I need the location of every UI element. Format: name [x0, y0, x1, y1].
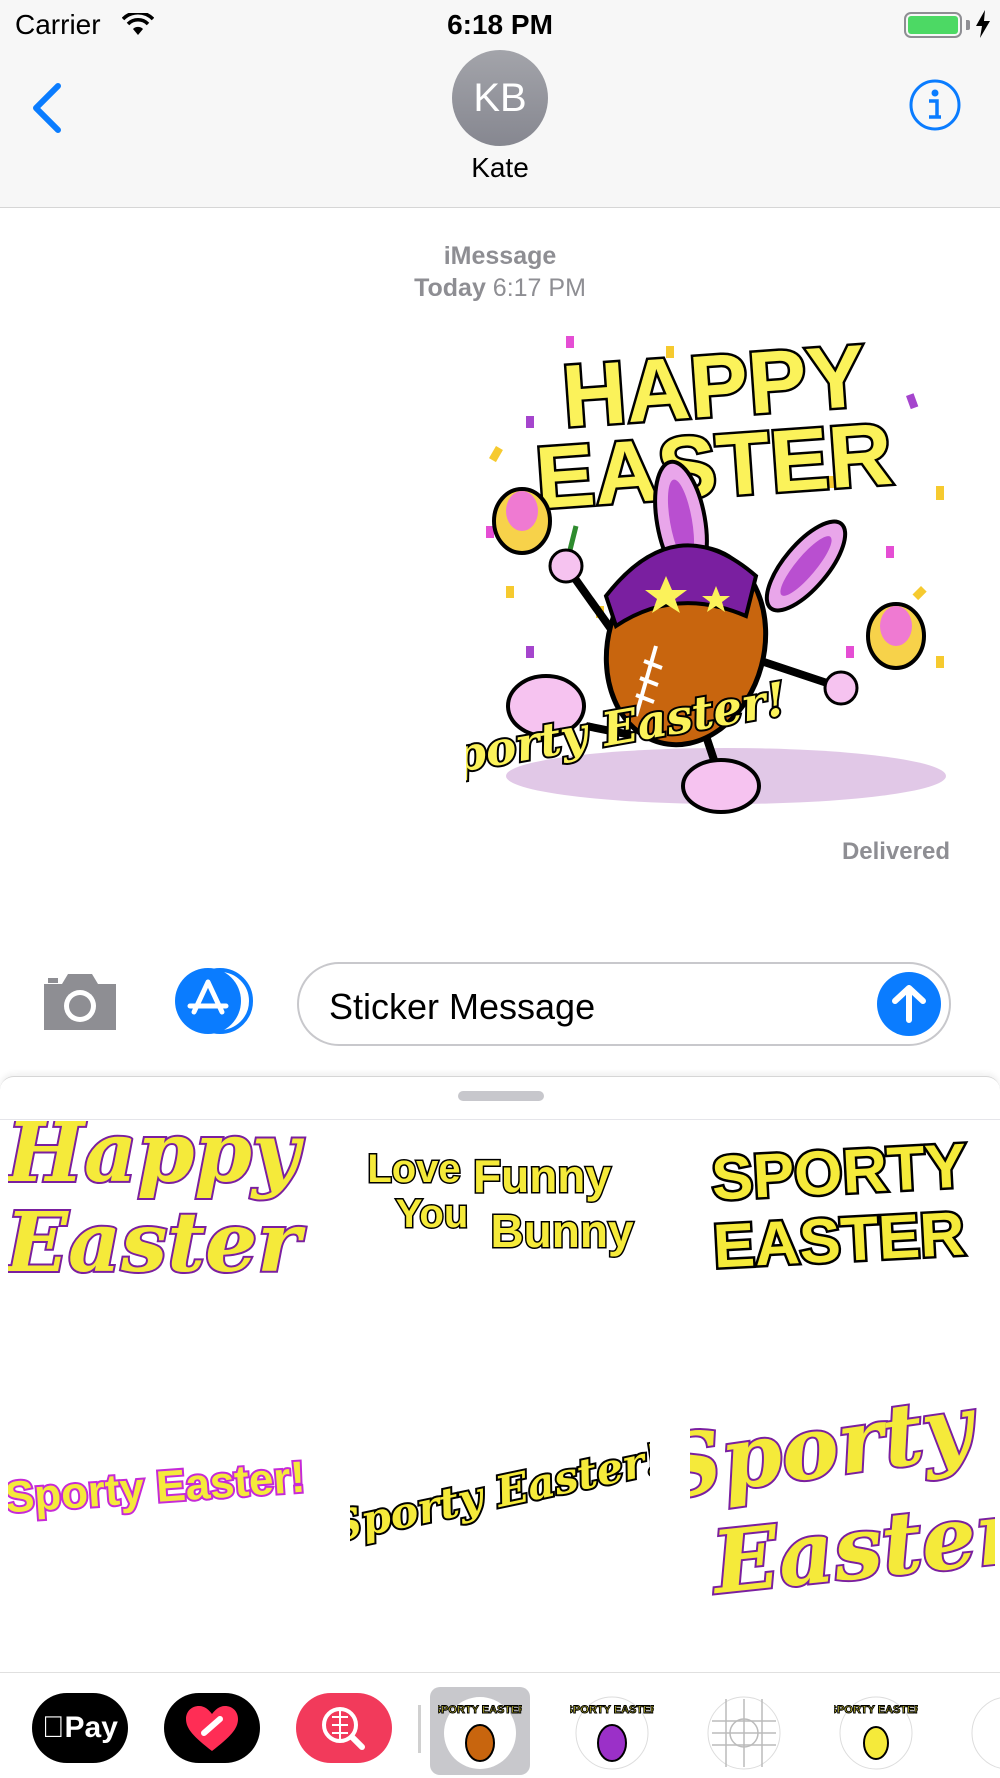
sticker-app-thumb[interactable]	[694, 1687, 794, 1775]
sticker-text: Bunny	[490, 1205, 634, 1257]
message-input[interactable]: Sticker Message	[297, 962, 951, 1046]
service-label: iMessage	[443, 242, 557, 270]
sticker-app-thumb[interactable]: SPORTY EASTER	[826, 1687, 926, 1775]
app-store-icon[interactable]	[170, 968, 256, 1034]
sticker-app-thumb-partial[interactable]	[958, 1687, 1000, 1775]
sticker-text: Sporty Easter!	[350, 1434, 650, 1552]
battery-icon	[904, 12, 962, 38]
sticker-text: Love	[367, 1147, 460, 1191]
sticker-sporty-easter-bold[interactable]: Sporty Easter!	[8, 1417, 308, 1557]
sticker-love-you-funny-bunny[interactable]: Love You Funny Bunny	[350, 1127, 650, 1327]
apple-pay-label: Pay	[53, 1711, 118, 1744]
sent-sticker[interactable]: HAPPY EASTER Sporty Easter!	[414, 323, 966, 816]
sticker-app-thumb[interactable]: SPORTY EASTER	[562, 1687, 662, 1775]
strip-separator	[418, 1705, 421, 1753]
charging-icon	[974, 10, 992, 45]
delivered-status: Delivered	[841, 838, 950, 865]
arrow-up-icon	[892, 985, 926, 1023]
thumb-label: SPORTY EASTER	[570, 1704, 654, 1716]
sticker-text: Happy	[8, 1121, 305, 1201]
sticker-text: You	[396, 1192, 469, 1236]
apple-pay-icon[interactable]: Pay	[32, 1693, 128, 1763]
sticker-drawer: Happy Easter Love You Funny Bunny SPORTY…	[0, 1076, 1000, 1672]
drawer-divider	[0, 1119, 1000, 1120]
avatar[interactable]: KB	[452, 50, 548, 146]
app-drawer-strip: Pay SPORTY EASTER SPORTY EASTER SPORTY …	[0, 1672, 1000, 1778]
chevron-left-icon[interactable]	[28, 78, 68, 138]
sticker-text: EASTER	[712, 1199, 967, 1281]
status-bar: Carrier 6:18 PM	[0, 0, 1000, 50]
sticker-text: Funny	[473, 1150, 611, 1202]
drawer-grabber[interactable]	[458, 1091, 544, 1101]
camera-icon[interactable]	[40, 970, 120, 1034]
send-button[interactable]	[877, 972, 941, 1036]
timestamp-time: 6:17 PM	[492, 274, 586, 302]
conversation-header: KB Kate	[0, 50, 1000, 208]
clock: 6:18 PM	[447, 9, 553, 40]
sticker-sporty-easter-large[interactable]: Sporty Easter	[690, 1377, 995, 1647]
imessage-screen: Carrier 6:18 PM KB Kate iMessage Today 6…	[0, 0, 1000, 1778]
timestamp-day: Today	[414, 274, 486, 302]
sticker-happy-easter[interactable]: Happy Easter	[8, 1121, 308, 1351]
digital-touch-icon[interactable]	[164, 1693, 260, 1763]
sticker-text: Easter	[8, 1195, 306, 1291]
thumb-label: SPORTY EASTER	[834, 1704, 918, 1716]
contact-name[interactable]: Kate	[0, 152, 1000, 184]
sticker-sporty-easter-block[interactable]: SPORTY EASTER	[690, 1121, 990, 1321]
sticker-text: Sporty Easter!	[8, 1453, 307, 1523]
battery-nub	[966, 20, 970, 30]
message-timestamp: Today 6:17 PM	[0, 274, 1000, 303]
info-icon[interactable]	[908, 78, 962, 132]
message-placeholder: Sticker Message	[329, 986, 596, 1027]
image-search-icon[interactable]	[296, 1693, 392, 1763]
thumb-label: SPORTY EASTER	[438, 1704, 522, 1716]
sticker-app-thumb-selected[interactable]: SPORTY EASTER	[430, 1687, 530, 1775]
sticker-sporty-easter-script[interactable]: Sporty Easter!	[350, 1407, 650, 1567]
